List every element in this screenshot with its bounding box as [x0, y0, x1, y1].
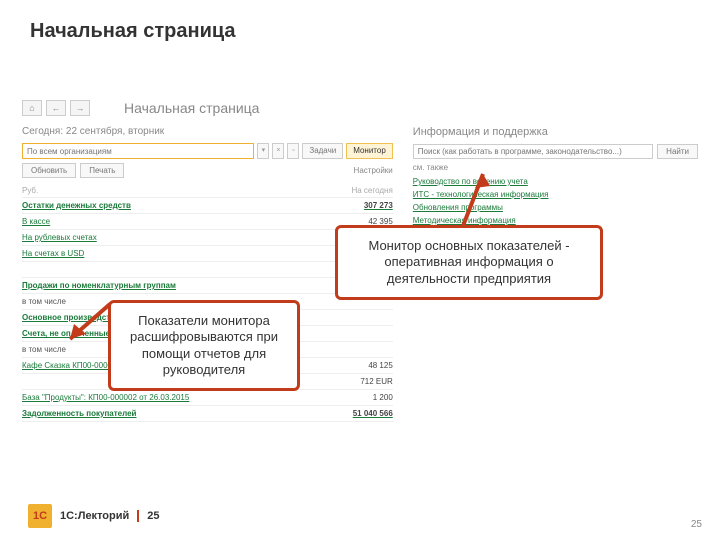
print-button[interactable]: Печать [80, 163, 124, 178]
row-value: 1 200 [373, 393, 393, 402]
date-label: Сегодня: 22 сентября, вторник [22, 126, 393, 137]
refresh-button[interactable]: Обновить [22, 163, 76, 178]
row-label: На рублевых счетах [22, 233, 97, 242]
col-currency: Руб. [22, 186, 38, 195]
row-value: 712 EUR [360, 377, 392, 386]
row-value: 48 125 [368, 361, 392, 370]
back-button[interactable]: ← [46, 100, 66, 116]
tab-monitor[interactable]: Монитор [346, 143, 393, 159]
table-row[interactable]: База "Продукты": КП00-000002 от 26.03.20… [22, 390, 393, 406]
table-row[interactable]: Задолженность покупателей 51 040 566 [22, 406, 393, 422]
slide-title: Начальная страница [30, 20, 236, 43]
row-label: На счетах в USD [22, 249, 84, 258]
row-value: 51 040 566 [353, 409, 393, 418]
find-button[interactable]: Найти [657, 144, 698, 159]
home-button[interactable]: ⌂ [22, 100, 42, 116]
info-title: Информация и поддержка [413, 126, 698, 138]
footer: 1C 1С:Лекторий 25 [28, 504, 160, 528]
row-label: База "Продукты": КП00-000002 от 26.03.20… [22, 393, 189, 402]
row-label: в том числе [22, 345, 66, 354]
tab-tasks[interactable]: Задачи [302, 143, 343, 159]
forward-button[interactable]: → [70, 100, 90, 116]
select-icon[interactable]: ▫ [287, 143, 299, 159]
table-row[interactable]: Остатки денежных средств 307 273 [22, 198, 393, 214]
dropdown-icon[interactable]: ▾ [257, 143, 269, 159]
settings-link[interactable]: Настройки [354, 163, 393, 178]
table-header: Руб. На сегодня [22, 184, 393, 198]
row-label: Задолженность покупателей [22, 409, 136, 418]
clear-icon[interactable]: × [272, 143, 284, 159]
row-label: Остатки денежных средств [22, 201, 131, 210]
footer-label: 1С:Лекторий [60, 510, 139, 522]
col-today: На сегодня [351, 186, 392, 195]
row-value: 307 273 [364, 201, 393, 210]
callout-monitor: Монитор основных показателей - оперативн… [335, 225, 603, 300]
org-filter-input[interactable] [22, 143, 254, 159]
callout-details: Показатели монитора расшифровываются при… [108, 300, 300, 391]
page-number: 25 [691, 519, 702, 530]
search-input[interactable] [413, 144, 653, 159]
breadcrumb: Начальная страница [124, 100, 259, 116]
footer-page: 25 [147, 510, 159, 522]
logo-icon: 1C [28, 504, 52, 528]
nav-bar: ⌂ ← → Начальная страница [22, 100, 698, 116]
row-label: В кассе [22, 217, 50, 226]
